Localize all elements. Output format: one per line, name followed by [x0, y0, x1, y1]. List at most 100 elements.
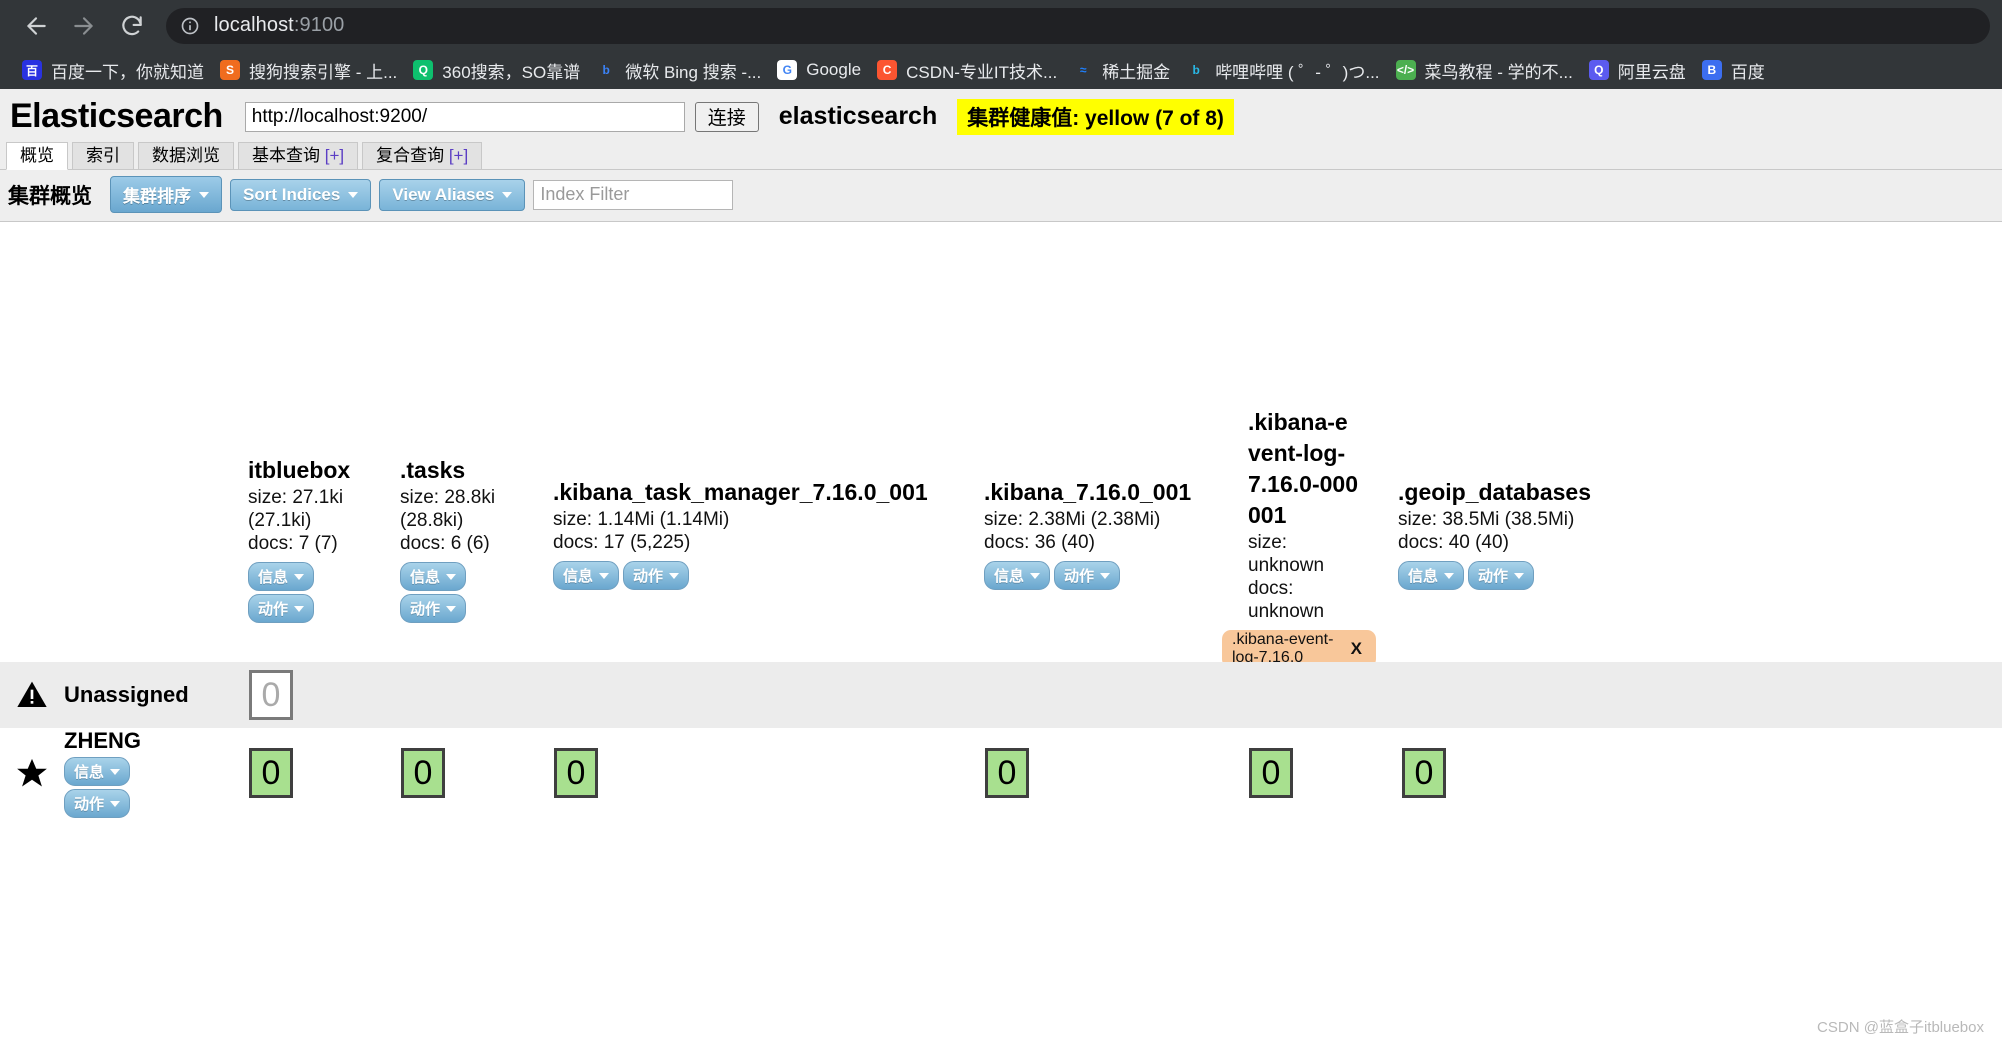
chevron-down-icon — [669, 572, 680, 579]
info-pill-button[interactable]: 信息 — [984, 561, 1051, 590]
chevron-down-icon — [110, 800, 121, 807]
shard-cell[interactable]: 0 — [249, 748, 293, 798]
shard-cell[interactable]: 0 — [249, 670, 293, 720]
tab-label: 概览 — [20, 146, 54, 165]
action-pill-button[interactable]: 动作 — [1054, 561, 1121, 590]
browser-nav-row: localhost:9100 — [0, 0, 2002, 51]
index-name: .kibana_7.16.0_001 — [984, 479, 1192, 505]
tab-label: 基本查询 — [252, 146, 320, 165]
info-pill-label: 信息 — [74, 764, 105, 781]
bookmark-item[interactable]: Q 阿里云盘 — [1581, 54, 1694, 86]
tab-3[interactable]: 数据浏览 — [138, 142, 234, 169]
warning-triangle-icon — [0, 679, 64, 711]
tab-2[interactable]: 索引 — [72, 142, 134, 169]
action-pill-label: 动作 — [1064, 568, 1095, 585]
address-bar[interactable]: localhost:9100 — [166, 7, 1990, 44]
action-pill-button[interactable]: 动作 — [248, 594, 315, 623]
connect-button[interactable]: 连接 — [694, 101, 759, 132]
reload-button[interactable] — [108, 2, 156, 50]
index-actions: 信息 动作 — [1398, 558, 1698, 590]
sogou-favicon: S — [220, 60, 240, 80]
index-filter-input[interactable] — [533, 179, 734, 210]
sort-cluster-button[interactable]: 集群排序 — [110, 176, 222, 213]
bookmark-item[interactable]: S 搜狗搜索引擎 - 上... — [212, 54, 405, 86]
bookmark-item[interactable]: b 哔哩哔哩 ( ゜- ゜)つ... — [1178, 54, 1387, 86]
indices-row: itbluebox size: 27.1ki (27.1ki) docs: 7 (7… — [0, 222, 2002, 756]
bookmark-item[interactable]: </> 菜鸟教程 - 学的不... — [1388, 54, 1581, 86]
action-pill-button[interactable]: 动作 — [1468, 561, 1535, 590]
action-pill-label: 动作 — [258, 601, 289, 618]
index-size: size: 27.1ki (27.1ki) — [248, 487, 344, 531]
cluster-host-input[interactable] — [244, 101, 685, 132]
info-pill-button[interactable]: 信息 — [400, 562, 467, 591]
baidu-favicon: 百 — [22, 60, 42, 80]
alias-remove-icon[interactable]: X — [1351, 640, 1362, 658]
chevron-down-icon — [1444, 572, 1455, 579]
shard-cell[interactable]: 0 — [554, 748, 598, 798]
bookmark-item[interactable]: b 微软 Bing 搜索 -... — [588, 54, 769, 86]
watermark-text: CSDN @蓝盒子itbluebox — [1817, 1019, 1984, 1036]
shard-cell[interactable]: 0 — [1249, 748, 1293, 798]
shard-cell[interactable]: 0 — [401, 748, 445, 798]
bookmark-item[interactable]: Q 360搜索，SO靠谱 — [405, 54, 588, 86]
bookmark-label: 稀土掘金 — [1102, 62, 1171, 82]
chevron-down-icon — [199, 191, 209, 198]
index-name: .kibana_task_manager_7.16.0_001 — [553, 479, 928, 505]
index-size: size: 38.5Mi (38.5Mi) — [1398, 509, 1575, 530]
tab-1[interactable]: 概览 — [6, 142, 68, 170]
tab-expand-plus[interactable]: [+] — [320, 146, 344, 165]
bookmark-label: 哔哩哔哩 ( ゜- ゜)つ... — [1215, 62, 1380, 82]
index-actions-row: 动作 — [248, 591, 378, 623]
browser-chrome: localhost:9100 百百度一下，你就知道 S 搜狗搜索引擎 - 上... Q… — [0, 0, 2002, 89]
index-name: .geoip_databases — [1398, 479, 1592, 505]
bookmark-item[interactable]: ≈ 稀土掘金 — [1065, 54, 1178, 86]
bookmark-item[interactable]: C CSDN-专业IT技术... — [869, 54, 1065, 86]
action-pill-button[interactable]: 动作 — [623, 561, 690, 590]
tab-4[interactable]: 基本查询 [+] — [238, 142, 359, 169]
index-docs: docs: 40 (40) — [1398, 532, 1509, 553]
index-card: .tasks size: 28.8ki (28.8ki) docs: 6 (6) 信息… — [400, 455, 505, 623]
action-pill-button[interactable]: 动作 — [400, 594, 467, 623]
index-size: size: unknown — [1248, 532, 1325, 576]
bookmark-label: 百度一下，你就知道 — [51, 62, 204, 82]
bing-favicon: b — [596, 60, 617, 80]
bookmark-label: 微软 Bing 搜索 -... — [625, 62, 762, 82]
bookmark-label: 360搜索，SO靠谱 — [442, 62, 581, 82]
main-tabs: 概览 索引 数据浏览 基本查询 [+] 复合查询 [+] — [0, 142, 2002, 170]
tab-5[interactable]: 复合查询 [+] — [362, 142, 483, 169]
back-button[interactable] — [12, 2, 60, 50]
index-card: itbluebox size: 27.1ki (27.1ki) docs: 7 (7… — [248, 455, 378, 623]
bookmark-item[interactable]: B 百度 — [1694, 54, 1773, 86]
chevron-down-icon — [294, 573, 305, 580]
index-actions: 信息 动作 — [553, 558, 953, 590]
info-pill-button[interactable]: 信息 — [553, 561, 620, 590]
chevron-down-icon — [1514, 572, 1525, 579]
node-rows: Unassigned 0 ZHENG 信息 动作 0 0 0 0 0 0 — [0, 662, 2002, 818]
index-actions-row: 信息 — [400, 559, 505, 591]
index-name: .kibana-event-log-7.16.0-000001 — [1248, 409, 1358, 528]
sort-indices-button[interactable]: Sort Indices — [230, 178, 372, 211]
chevron-down-icon — [1100, 572, 1111, 579]
tab-expand-plus[interactable]: [+] — [444, 146, 468, 165]
index-card: .geoip_databases size: 38.5Mi (38.5Mi) doc… — [1398, 477, 1698, 590]
info-circle-icon[interactable] — [180, 16, 200, 36]
info-pill-button[interactable]: 信息 — [1398, 561, 1465, 590]
info-pill-label: 信息 — [410, 569, 441, 586]
bookmark-label: Google — [806, 60, 862, 79]
bookmark-item[interactable]: 百百度一下，你就知道 — [14, 54, 212, 86]
info-pill-button[interactable]: 信息 — [64, 757, 131, 786]
index-card: .kibana_task_manager_7.16.0_001 size: 1.1… — [553, 477, 953, 590]
cluster-health-badge: 集群健康值: yellow (7 of 8) — [957, 98, 1234, 135]
index-docs: docs: 17 (5,225) — [553, 532, 691, 553]
info-pill-button[interactable]: 信息 — [248, 562, 315, 591]
forward-button[interactable] — [60, 2, 108, 50]
shard-cell[interactable]: 0 — [985, 748, 1029, 798]
shard-cell[interactable]: 0 — [1402, 748, 1446, 798]
bookmark-item[interactable]: G Google — [769, 54, 869, 86]
info-pill-label: 信息 — [258, 569, 289, 586]
index-docs: docs: 7 (7) — [248, 533, 338, 554]
action-pill-label: 动作 — [633, 568, 664, 585]
baidu-account-favicon: B — [1701, 60, 1722, 80]
view-aliases-button[interactable]: View Aliases — [379, 178, 526, 211]
action-pill-button[interactable]: 动作 — [64, 789, 131, 818]
